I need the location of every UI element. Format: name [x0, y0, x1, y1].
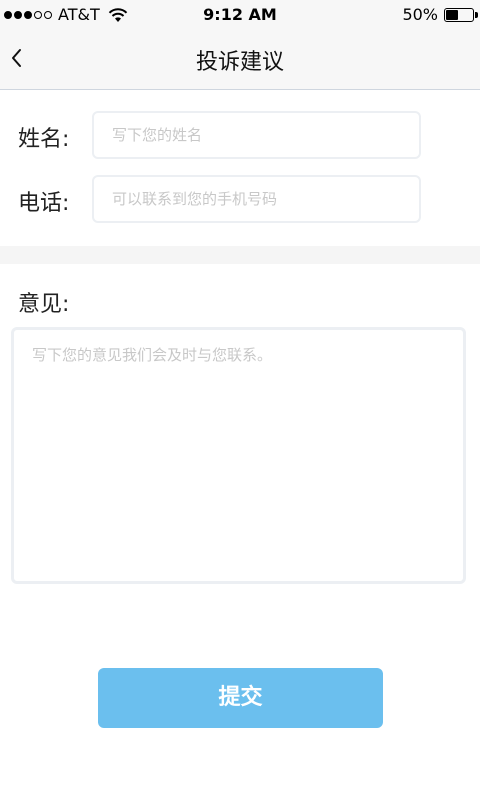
submit-button[interactable]: 提交 [98, 668, 383, 728]
opinion-textarea[interactable]: 写下您的意见我们会及时与您联系。 [11, 327, 466, 584]
battery-fill [446, 9, 459, 20]
battery-percent: 50% [402, 5, 438, 24]
contact-section: 姓名: 写下您的姓名 电话: 可以联系到您的手机号码 [0, 91, 480, 246]
status-right: 50% [402, 5, 478, 24]
section-divider [0, 246, 480, 264]
battery-icon [444, 7, 478, 22]
status-bar: AT&T 9:12 AM 50% [0, 0, 480, 30]
page-title: 投诉建议 [195, 50, 284, 75]
name-label: 姓名: [18, 127, 70, 152]
opinion-placeholder: 写下您的意见我们会及时与您联系。 [32, 346, 273, 364]
name-input[interactable]: 写下您的姓名 [92, 111, 421, 159]
phone-label: 电话: [18, 191, 70, 216]
phone-placeholder: 可以联系到您的手机号码 [112, 190, 278, 208]
phone-input[interactable]: 可以联系到您的手机号码 [92, 175, 421, 223]
navigation-bar: 投诉建议 [0, 30, 480, 90]
opinion-label: 意见: [18, 292, 70, 317]
name-placeholder: 写下您的姓名 [112, 126, 203, 144]
